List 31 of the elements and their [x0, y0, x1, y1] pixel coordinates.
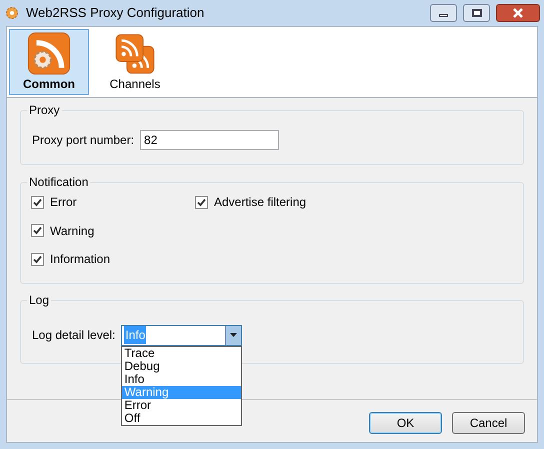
maximize-button[interactable]: [463, 4, 490, 22]
minimize-button[interactable]: [430, 4, 457, 22]
dropdown-option[interactable]: Trace: [122, 346, 242, 360]
checkbox[interactable]: [31, 252, 44, 266]
close-button[interactable]: [496, 4, 540, 22]
checkmark-icon: [33, 226, 42, 236]
checkmark-icon: [33, 254, 42, 264]
window-title: Web2RSS Proxy Configuration: [26, 4, 206, 22]
checkbox-label: Warning: [50, 222, 94, 240]
dialog-button[interactable]: Cancel: [452, 412, 525, 434]
checkbox[interactable]: [31, 224, 44, 238]
close-icon: [513, 8, 523, 18]
toolbar-tab[interactable]: Channels: [95, 29, 175, 95]
checkmark-icon: [197, 198, 206, 206]
field-label: Log detail level:: [32, 327, 116, 344]
checkbox[interactable]: [31, 196, 44, 208]
dropdown-option[interactable]: Info: [122, 372, 242, 386]
toolbar-tab[interactable]: Common: [9, 29, 89, 95]
rss-gear-icon: [25, 32, 73, 75]
field-label: Proxy port number:: [32, 132, 134, 148]
dropdown-option[interactable]: Error: [122, 398, 242, 412]
checkbox-label: Information: [50, 251, 110, 268]
dropdown-option[interactable]: Off: [122, 412, 242, 424]
dropdown-option[interactable]: Debug: [122, 360, 242, 372]
checkbox-label: Error: [50, 194, 77, 211]
dialog-button[interactable]: OK: [369, 412, 442, 434]
gear-icon: [4, 5, 20, 21]
checkmark-icon: [33, 198, 42, 206]
port-field[interactable]: 82: [140, 130, 280, 150]
checkbox[interactable]: [195, 196, 208, 208]
checkbox-label: Advertise filtering: [214, 194, 306, 211]
